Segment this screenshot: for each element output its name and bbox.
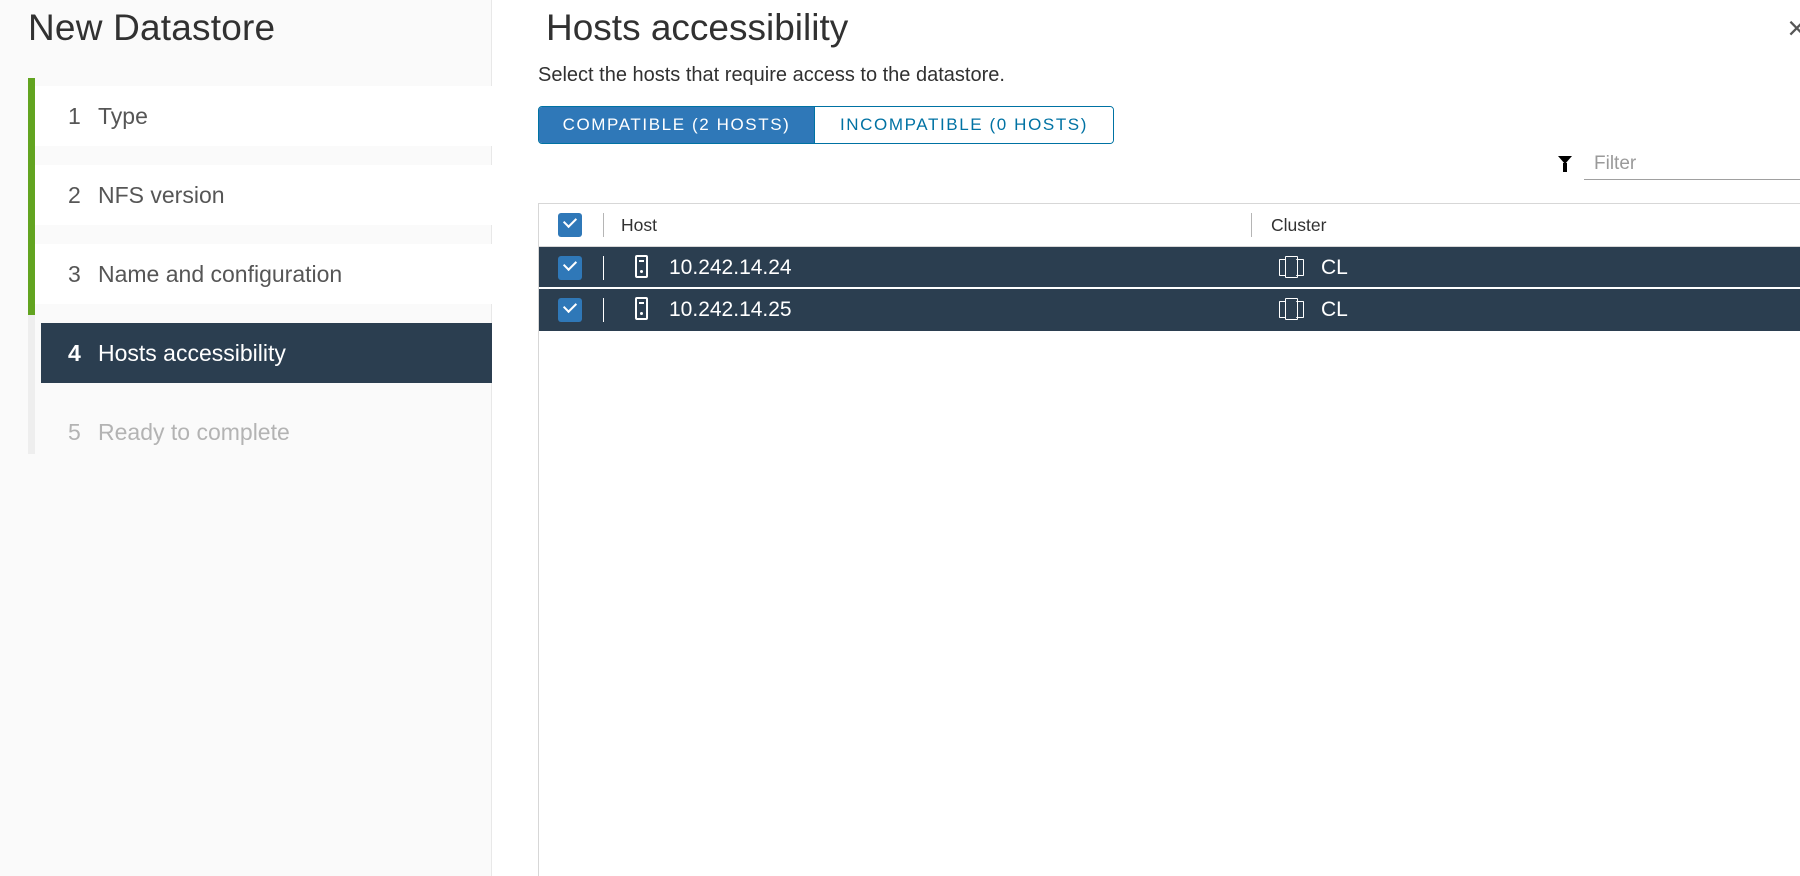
wizard-steps: 1 Type 2 NFS version 3 Name and configur…	[28, 78, 492, 481]
new-datastore-dialog: New Datastore 1 Type 2 NFS version 3 Nam…	[0, 0, 1800, 876]
filter-box	[1558, 148, 1800, 182]
wizard-step-type[interactable]: 1 Type	[28, 78, 492, 157]
hosts-grid: Host Cluster 10.242.14.24 CL 10.242.14.2…	[538, 203, 1800, 876]
cluster-name[interactable]: CL	[1321, 256, 1348, 280]
cluster-icon	[1279, 298, 1305, 320]
column-header-cluster[interactable]: Cluster	[1271, 215, 1326, 236]
step-progress-bar	[28, 78, 35, 157]
step-progress-bar	[28, 315, 35, 394]
host-address[interactable]: 10.242.14.25	[669, 298, 792, 322]
step-number: 4	[68, 339, 81, 366]
wizard-sidebar: New Datastore 1 Type 2 NFS version 3 Nam…	[0, 0, 492, 876]
column-separator	[603, 298, 604, 322]
step-number: 5	[68, 418, 81, 445]
step-content: Hosts accessibility × Select the hosts t…	[492, 0, 1800, 876]
cluster-name[interactable]: CL	[1321, 298, 1348, 322]
filter-input[interactable]	[1584, 148, 1800, 180]
row-checkbox[interactable]	[558, 256, 582, 280]
step-description: Select the hosts that require access to …	[538, 64, 1005, 86]
incompatible-hosts-button[interactable]: INCOMPATIBLE (0 HOSTS)	[814, 107, 1113, 143]
column-header-host[interactable]: Host	[621, 215, 657, 236]
column-resize-handle[interactable]	[1251, 213, 1252, 237]
step-progress-bar	[28, 236, 35, 315]
wizard-step-name-and-configuration[interactable]: 3 Name and configuration	[28, 236, 492, 315]
compatible-hosts-button[interactable]: COMPATIBLE (2 HOSTS)	[539, 107, 814, 143]
column-separator	[603, 213, 604, 237]
table-row[interactable]: 10.242.14.24 CL	[539, 247, 1800, 289]
step-progress-bar	[28, 157, 35, 236]
filter-funnel-icon[interactable]	[1558, 156, 1572, 172]
row-checkbox[interactable]	[558, 298, 582, 322]
grid-header: Host Cluster	[539, 204, 1800, 247]
column-separator	[603, 256, 604, 280]
step-number: 1	[68, 102, 81, 129]
compatibility-toggle: COMPATIBLE (2 HOSTS) INCOMPATIBLE (0 HOS…	[538, 106, 1114, 144]
step-label: NFS version	[98, 181, 225, 208]
host-address[interactable]: 10.242.14.24	[669, 256, 792, 280]
step-number: 3	[68, 260, 81, 287]
page-title: Hosts accessibility	[546, 7, 849, 48]
step-label: Hosts accessibility	[98, 339, 286, 366]
wizard-title: New Datastore	[28, 7, 276, 48]
close-icon[interactable]: ×	[1787, 12, 1800, 44]
host-server-icon	[635, 255, 648, 278]
step-label: Name and configuration	[98, 260, 343, 287]
wizard-step-hosts-accessibility[interactable]: 4 Hosts accessibility	[28, 315, 492, 394]
host-server-icon	[635, 297, 648, 320]
wizard-step-nfs-version[interactable]: 2 NFS version	[28, 157, 492, 236]
wizard-step-ready-to-complete: 5 Ready to complete	[28, 394, 492, 462]
select-all-checkbox[interactable]	[558, 213, 582, 237]
step-number: 2	[68, 181, 81, 208]
step-progress-bar	[28, 394, 35, 454]
step-label: Ready to complete	[98, 418, 290, 445]
table-row[interactable]: 10.242.14.25 CL	[539, 289, 1800, 331]
cluster-icon	[1279, 256, 1305, 278]
step-label: Type	[98, 102, 148, 129]
